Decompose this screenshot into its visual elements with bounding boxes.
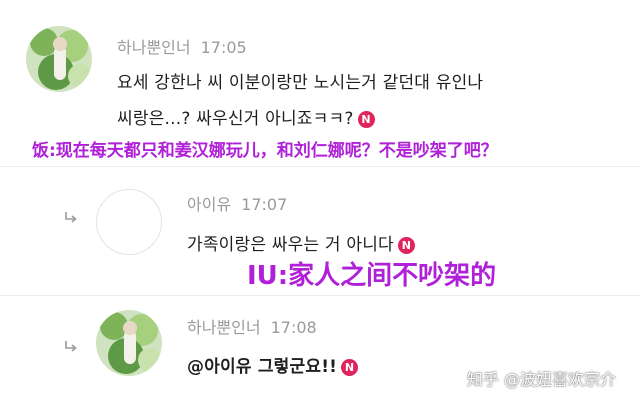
comment-line: @아이유 그렇군요!! bbox=[187, 357, 338, 377]
comment-text: 가족이랑은 싸우는 거 아니다 N bbox=[187, 230, 415, 255]
comment-time: 17:08 bbox=[270, 318, 317, 337]
comment-text: @아이유 그렇군요!! N bbox=[187, 352, 359, 377]
avatar-photo bbox=[26, 26, 92, 92]
watermark: 知乎 @波妞喜欢宗介 bbox=[466, 370, 616, 389]
reply-arrow-icon bbox=[65, 341, 77, 352]
new-badge-icon: N bbox=[357, 111, 375, 128]
reply-arrow-icon bbox=[65, 212, 77, 223]
comment-line: 요세 강한나 씨 이분이랑만 노시는거 같던대 유인나 bbox=[117, 73, 484, 93]
comment-meta: 아이유 17:07 bbox=[187, 191, 287, 215]
comment-author[interactable]: 하나뿐인너 bbox=[117, 38, 191, 57]
comment-time: 17:07 bbox=[241, 195, 288, 214]
new-badge-icon: N bbox=[341, 359, 359, 376]
comment-meta: 하나뿐인너 17:08 bbox=[187, 314, 317, 338]
avatar-photo bbox=[96, 310, 162, 376]
new-badge-icon: N bbox=[397, 237, 415, 254]
avatar[interactable] bbox=[96, 189, 162, 255]
comment-1: 하나뿐인너 17:05 요세 강한나 씨 이분이랑만 노시는거 같던대 유인나 씨… bbox=[0, 0, 640, 129]
comment-text: 씨랑은...? 싸우신거 아니죠ㅋㅋ? N bbox=[117, 104, 375, 129]
comment-author[interactable]: 아이유 bbox=[187, 195, 231, 214]
avatar[interactable] bbox=[26, 26, 92, 92]
comment-line: 가족이랑은 싸우는 거 아니다 bbox=[187, 235, 394, 255]
comment-meta: 하나뿐인너 17:05 bbox=[117, 34, 247, 58]
comment-author[interactable]: 하나뿐인너 bbox=[187, 318, 261, 337]
comment-time: 17:05 bbox=[200, 38, 247, 57]
fan-translation-caption: 饭:现在每天都只和姜汉娜玩儿，和刘仁娜呢？不是吵架了吧？ bbox=[32, 141, 498, 161]
iu-translation-caption: IU:家人之间不吵架的 bbox=[247, 261, 497, 291]
comment-text: 요세 강한나 씨 이분이랑만 노시는거 같던대 유인나 bbox=[117, 68, 483, 93]
comment-line: 씨랑은...? 싸우신거 아니죠ㅋㅋ? bbox=[117, 109, 354, 129]
avatar[interactable] bbox=[96, 310, 162, 376]
